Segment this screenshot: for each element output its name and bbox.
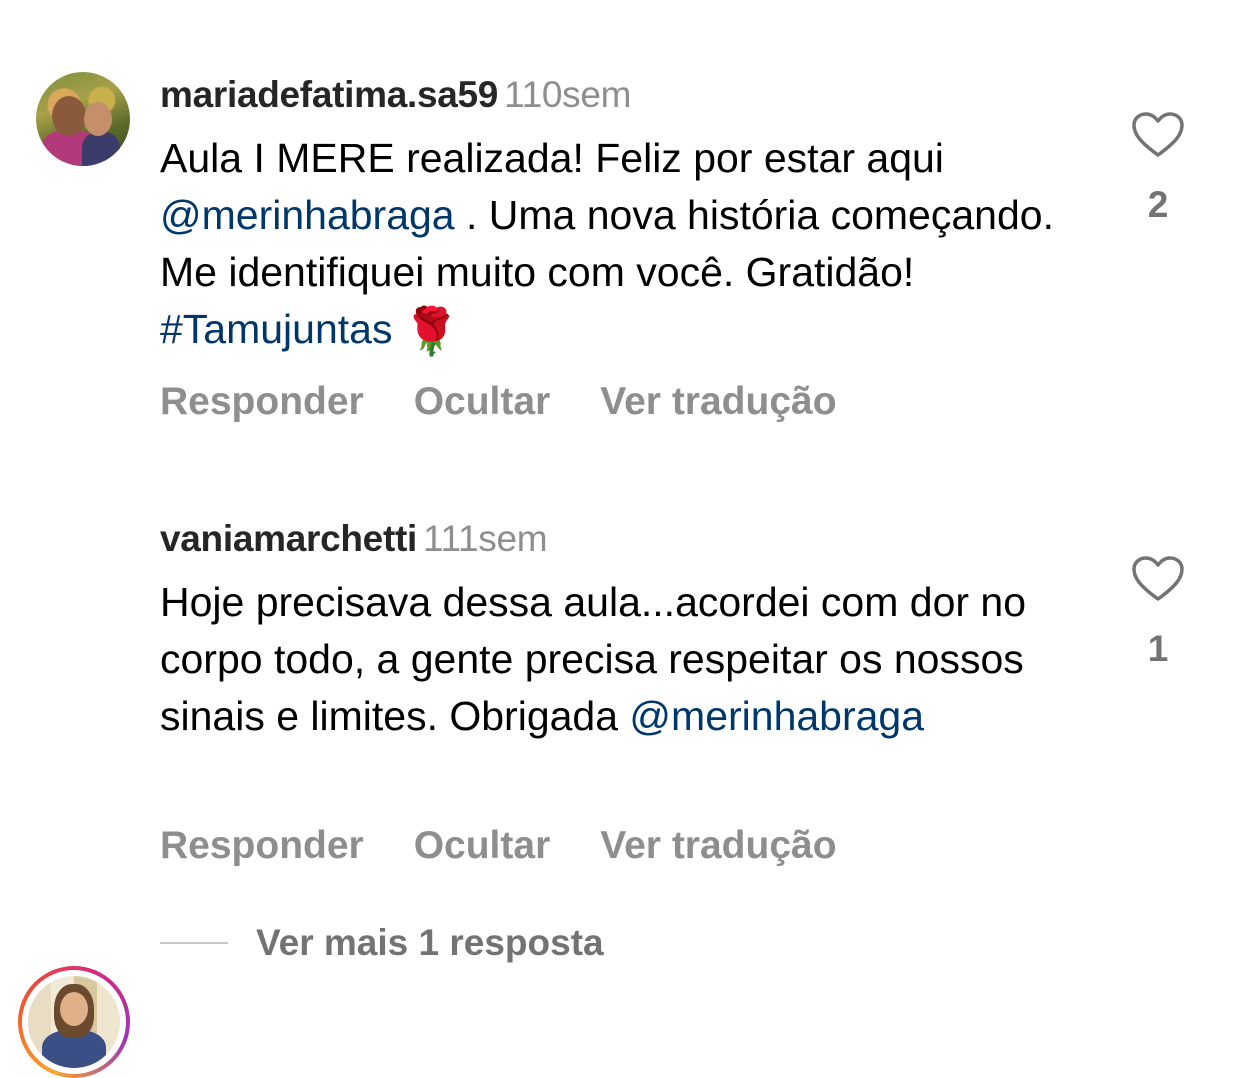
like-control: 1 xyxy=(1130,556,1186,670)
mention-link[interactable]: @merinhabraga xyxy=(629,693,924,739)
avatar-story-ring[interactable] xyxy=(18,966,130,1078)
hide-button[interactable]: Ocultar xyxy=(414,824,551,868)
view-more-replies[interactable]: Ver mais 1 resposta xyxy=(160,922,604,964)
comment-actions: Responder Ocultar Ver tradução xyxy=(160,824,887,868)
heart-outline-icon[interactable] xyxy=(1132,112,1184,158)
like-control: 2 xyxy=(1130,112,1186,226)
avatar[interactable] xyxy=(28,976,120,1068)
divider-line xyxy=(160,942,228,944)
username-link[interactable]: mariadefatima.sa59 xyxy=(160,74,498,115)
like-count: 1 xyxy=(1147,628,1169,669)
username-link[interactable]: vaniamarchetti xyxy=(160,518,417,559)
reply-button[interactable]: Responder xyxy=(160,380,364,424)
reply-button[interactable]: Responder xyxy=(160,824,364,868)
heart-outline-icon[interactable] xyxy=(1132,556,1184,602)
comment-actions: Responder Ocultar Ver tradução xyxy=(160,380,887,424)
translate-button[interactable]: Ver tradução xyxy=(600,380,836,424)
timestamp: 110sem xyxy=(504,74,632,115)
avatar[interactable] xyxy=(36,72,130,166)
view-more-label: Ver mais 1 resposta xyxy=(256,922,604,963)
timestamp: 111sem xyxy=(422,518,548,559)
comment-text: Hoje precisava dessa aula...acordei com … xyxy=(160,574,1080,745)
comment-header: vaniamarchetti 111sem xyxy=(160,518,548,560)
comment-text: Aula I MERE realizada! Feliz por estar a… xyxy=(160,130,1080,360)
like-count: 2 xyxy=(1147,184,1169,225)
mention-link[interactable]: @merinhabraga xyxy=(160,192,455,238)
rose-emoji: 🌹 xyxy=(402,305,460,357)
hashtag-link[interactable]: #Tamujuntas xyxy=(160,306,392,352)
translate-button[interactable]: Ver tradução xyxy=(600,824,836,868)
hide-button[interactable]: Ocultar xyxy=(414,380,551,424)
comment-header: mariadefatima.sa59 110sem xyxy=(160,74,631,116)
comment-text-part: Aula I MERE realizada! Feliz por estar a… xyxy=(160,135,944,181)
